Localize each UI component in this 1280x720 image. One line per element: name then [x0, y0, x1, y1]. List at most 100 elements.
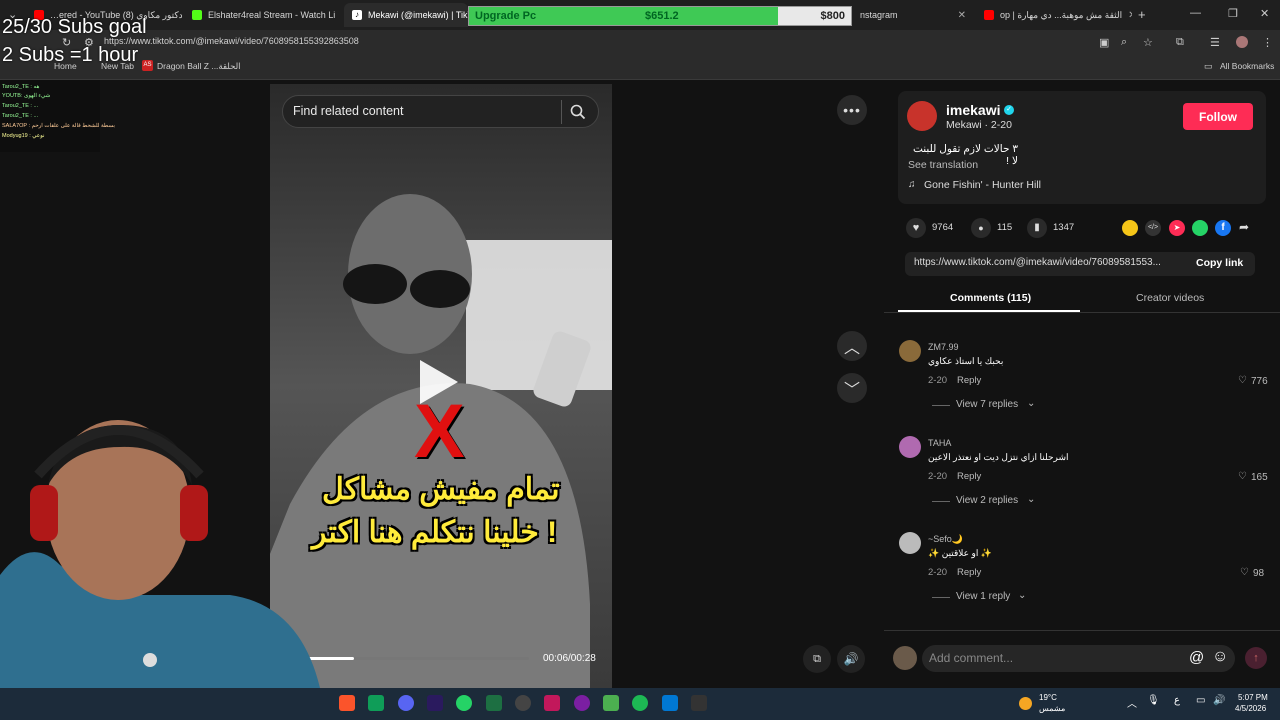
more-options-button[interactable]: •••	[837, 95, 867, 125]
video-progress-bar[interactable]	[308, 657, 529, 660]
comment-like-icon[interactable]: ♡	[1238, 375, 1247, 386]
video-timecode: 00:06/00:28	[543, 653, 596, 664]
send-icon[interactable]: ➤	[1169, 220, 1185, 236]
music-title[interactable]: Gone Fishin' - Hunter Hill	[924, 179, 1041, 191]
commenter-name[interactable]: ZM7.99	[928, 342, 959, 352]
clock-date[interactable]: 4/5/2026	[1235, 704, 1266, 713]
spotify-icon[interactable]	[632, 695, 648, 711]
weather-desc: مشمس	[1039, 704, 1066, 713]
premiere-pro-icon[interactable]	[427, 695, 443, 711]
cast-icon[interactable]: ▣	[1099, 36, 1109, 49]
floating-player-button[interactable]: ⧉	[803, 645, 831, 673]
minecraft-icon[interactable]	[603, 695, 619, 711]
whatsapp-icon[interactable]	[1192, 220, 1208, 236]
language-indicator[interactable]: ع	[1174, 695, 1180, 706]
view-replies-button[interactable]: View 1 reply	[956, 591, 1010, 602]
bookmark-icon[interactable]: ▮	[1027, 218, 1047, 238]
send-comment-button[interactable]: ↑	[1245, 647, 1267, 669]
repost-icon[interactable]	[1122, 220, 1138, 236]
weather-sun-icon[interactable]	[1019, 697, 1032, 710]
youtube-favicon-icon	[984, 10, 994, 20]
tab-creator-videos[interactable]: Creator videos	[1136, 292, 1204, 304]
save-count: 1347	[1053, 222, 1075, 233]
zoom-icon[interactable]: ⌕	[1121, 36, 1127, 49]
next-video-button[interactable]: ﹀	[837, 373, 867, 403]
comment-like-icon[interactable]: ♡	[1238, 471, 1247, 482]
verified-badge-icon: ✓	[1004, 105, 1014, 115]
close-tab-icon[interactable]: ✕	[1128, 10, 1132, 21]
emoji-icon[interactable]: ☺	[1212, 648, 1228, 666]
reply-button[interactable]: Reply	[957, 471, 981, 482]
add-comment-input[interactable]: Add comment...	[929, 651, 1013, 665]
speaker-icon[interactable]: 🔊	[1213, 695, 1225, 706]
view-replies-button[interactable]: View 2 replies	[956, 495, 1018, 506]
commenter-avatar[interactable]	[899, 532, 921, 554]
author-username[interactable]: imekawi	[946, 102, 1000, 118]
close-window-icon[interactable]: ✕	[1260, 7, 1269, 20]
comment-text: اشرحلنا ازاي نتزل ديت او نعتذر الاعين	[928, 452, 1069, 462]
replies-dash	[932, 501, 950, 502]
tab-youtube-2[interactable]: op | الثقة مش موهبة... دي مهارة ✕	[976, 3, 1132, 27]
reading-list-icon[interactable]: ☰	[1210, 36, 1220, 49]
reply-button[interactable]: Reply	[957, 567, 981, 578]
upgrade-label: Upgrade Pc	[475, 10, 537, 22]
search-icon[interactable]	[570, 104, 586, 120]
comment-like-icon[interactable]: ♡	[1240, 567, 1249, 578]
tray-chevron-up-icon[interactable]: ︿	[1127, 695, 1137, 710]
new-tab-button[interactable]: +	[1138, 7, 1146, 22]
app-icon[interactable]	[368, 695, 384, 711]
network-icon[interactable]: ▭	[1196, 695, 1205, 706]
obs-icon[interactable]	[515, 695, 531, 711]
discord-icon[interactable]	[398, 695, 414, 711]
clock-time[interactable]: 5:07 PM	[1238, 693, 1268, 702]
close-tab-icon[interactable]: ✕	[958, 10, 966, 21]
tab-comments[interactable]: Comments (115)	[950, 292, 1031, 304]
follow-button[interactable]: Follow	[1183, 103, 1253, 130]
share-arrow-icon[interactable]: ➦	[1239, 220, 1249, 234]
more-dots-icon: •••	[843, 102, 861, 118]
copy-link-button[interactable]: Copy link	[1196, 257, 1243, 269]
volume-button[interactable]: 🔊	[837, 645, 865, 673]
app-icon[interactable]	[662, 695, 678, 711]
tab-kick[interactable]: Elshater4real Stream - Watch Li ✕	[184, 3, 342, 27]
folder-icon: ▭	[1204, 61, 1213, 71]
related-search-input[interactable]: Find related content	[293, 104, 404, 118]
kick-favicon-icon	[192, 10, 202, 20]
previous-video-button[interactable]: ︿	[837, 331, 867, 361]
app-icon[interactable]	[574, 695, 590, 711]
like-heart-icon[interactable]: ♥	[906, 218, 926, 238]
brave-browser-icon[interactable]	[339, 695, 355, 711]
chat-line: Tarou2_TE : ...	[2, 103, 39, 109]
commenter-avatar[interactable]	[899, 340, 921, 362]
menu-kebab-icon[interactable]: ⋮	[1262, 36, 1273, 49]
embed-code-icon[interactable]: </>	[1145, 220, 1161, 236]
author-avatar[interactable]	[907, 101, 937, 131]
comment-text: ✨ او علاقتين ✨	[928, 548, 993, 558]
commenter-name[interactable]: TAHA	[928, 438, 951, 448]
whatsapp-taskbar-icon[interactable]	[456, 695, 472, 711]
excel-icon[interactable]	[486, 695, 502, 711]
view-replies-button[interactable]: View 7 replies	[956, 399, 1018, 410]
bookmark-dragon-ball[interactable]: Dragon Ball Z ...الحلقة	[157, 61, 241, 72]
close-tab-icon[interactable]: ✕	[341, 10, 342, 21]
weather-temp[interactable]: 19°C	[1039, 693, 1057, 702]
reply-button[interactable]: Reply	[957, 375, 981, 386]
extensions-icon[interactable]: ⧉	[1176, 36, 1184, 49]
bookmark-star-icon[interactable]: ☆	[1143, 36, 1153, 49]
comment-bubble-icon[interactable]: ●	[971, 218, 991, 238]
facebook-icon[interactable]: f	[1215, 220, 1231, 236]
commenter-avatar[interactable]	[899, 436, 921, 458]
microphone-icon[interactable]: 🎙	[1147, 695, 1160, 706]
restore-icon[interactable]: ❐	[1228, 7, 1238, 20]
post-link-text[interactable]: https://www.tiktok.com/@imekawi/video/76…	[914, 257, 1184, 268]
commenter-name[interactable]: ~Sefo🌙	[928, 534, 963, 545]
minimize-icon[interactable]: —	[1190, 7, 1201, 19]
epic-games-icon[interactable]	[691, 695, 707, 711]
adobe-icon[interactable]	[544, 695, 560, 711]
profile-avatar[interactable]	[1236, 36, 1248, 48]
mention-icon[interactable]: @	[1189, 649, 1204, 666]
tab-tiktok[interactable]: ♪ Mekawi (@imekawi) | TikTo	[344, 3, 468, 27]
all-bookmarks[interactable]: All Bookmarks	[1220, 61, 1274, 71]
see-translation-link[interactable]: See translation	[908, 159, 978, 171]
tab-instagram[interactable]: nstagram ✕	[852, 3, 974, 27]
